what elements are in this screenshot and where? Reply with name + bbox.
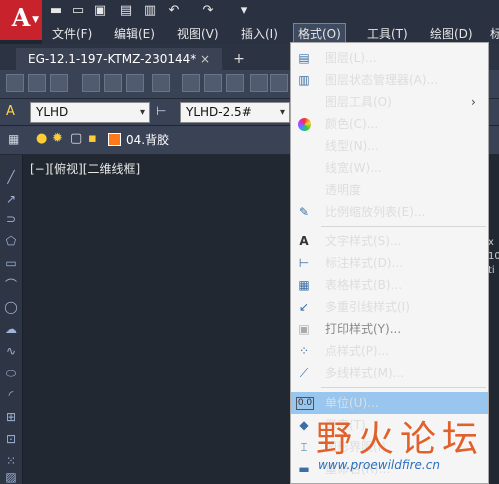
text-style-icon: A [299, 234, 309, 248]
menu-item-table-style[interactable]: ▦ 表格样式(B)... [291, 274, 488, 296]
layer-icon: ▤ [298, 51, 310, 65]
menu-edit[interactable]: 编辑(E) [110, 24, 159, 44]
revision-cloud-icon[interactable]: ☁ [3, 322, 19, 336]
drawing-text-fragments: x 10 ti [488, 237, 499, 276]
menu-separator [321, 226, 486, 227]
layer-color-swatch [108, 133, 121, 146]
point-icon[interactable]: ⁙ [3, 454, 19, 468]
text-style-icon: A [6, 104, 15, 119]
print-icon[interactable]: ▥ [142, 3, 158, 19]
rename-icon: ▬ [298, 462, 310, 476]
dim-style-icon: ⊢ [156, 104, 167, 118]
polygon-icon[interactable]: ⬠ [3, 234, 19, 248]
menu-item-layer-tools[interactable]: 图层工具(O) [291, 91, 488, 113]
menu-item-dimension-style[interactable]: ⊢ 标注样式(D)... [291, 252, 488, 274]
new-icon[interactable]: ▬ [48, 3, 64, 19]
3d-dwf-icon[interactable] [152, 74, 170, 92]
document-tab[interactable]: EG-12.1-197-KTMZ-230144* [16, 48, 222, 70]
color-wheel-icon [298, 118, 311, 131]
open-icon[interactable] [28, 74, 46, 92]
mleader-style-icon: ↙ [298, 300, 310, 314]
cut-icon[interactable] [182, 74, 200, 92]
hatch-icon[interactable]: ▨ [3, 470, 19, 484]
menu-item-text-style[interactable]: A 文字样式(S)... [291, 230, 488, 252]
ellipse-icon[interactable]: ⬭ [3, 366, 19, 380]
new-icon[interactable] [6, 74, 24, 92]
limits-icon: ⌶ [300, 440, 308, 454]
current-layer-name[interactable]: 04.背胶 [126, 131, 169, 148]
menu-view[interactable]: 视图(V) [173, 24, 223, 44]
point-style-icon: ⁘ [298, 344, 310, 358]
menu-item-layer[interactable]: ▤ 图层(L)... [291, 47, 488, 69]
copy-icon[interactable] [204, 74, 222, 92]
make-block-icon[interactable]: ⊡ [3, 432, 19, 446]
watermark-logo: 野火论坛 [316, 419, 485, 460]
menu-item-mleader-style[interactable]: ↙ 多重引线样式(I) [291, 296, 488, 318]
plot-style-icon: ▣ [298, 322, 310, 336]
insert-block-icon[interactable]: ⊞ [3, 410, 19, 424]
menu-item-lineweight[interactable]: 线宽(W)... [291, 157, 488, 179]
menu-item-layer-state-manager[interactable]: ▥ 图层状态管理器(A)... [291, 69, 488, 91]
polyline-icon[interactable]: ⊃ [3, 212, 19, 226]
menu-draw[interactable]: 绘图(D) [426, 24, 477, 44]
units-icon: 0.0 [296, 397, 314, 410]
block-editor-icon[interactable] [270, 74, 288, 92]
menu-item-transparency[interactable]: 透明度 [291, 179, 488, 201]
publish-icon[interactable] [126, 74, 144, 92]
text-style-combo[interactable]: YLHD ▾ [30, 102, 150, 123]
paste-icon[interactable] [226, 74, 244, 92]
rectangle-icon[interactable]: ▭ [3, 256, 19, 270]
menu-item-multiline-style[interactable]: ⟋ 多线样式(M)... [291, 362, 488, 384]
print-icon[interactable] [82, 74, 100, 92]
menu-item-color[interactable]: 颜色(C)... [291, 113, 488, 135]
menu-dimension[interactable]: 标 [486, 24, 499, 44]
menu-item-point-style[interactable]: ⁘ 点样式(P)... [291, 340, 488, 362]
thickness-icon: ◆ [299, 418, 309, 432]
circle-icon[interactable]: ◯ [3, 300, 19, 314]
close-icon[interactable]: × [200, 48, 214, 70]
viewport-freeze-icon[interactable]: ▢ [70, 131, 82, 146]
arc-icon[interactable]: ⌒ [3, 278, 19, 292]
menu-separator [321, 387, 486, 388]
match-properties-icon[interactable] [250, 74, 268, 92]
menu-tools[interactable]: 工具(T) [363, 24, 412, 44]
submenu-arrow-icon: › [471, 95, 476, 109]
redo-icon[interactable]: ↷ [200, 3, 216, 19]
viewport-controls-label[interactable]: [−][俯视][二维线框] [30, 160, 140, 177]
lock-icon[interactable]: ▪ [88, 131, 97, 146]
lightbulb-icon[interactable]: ● [36, 131, 47, 146]
layer-state-icon: ▥ [298, 73, 310, 87]
mline-style-icon: ⟋ [299, 366, 309, 380]
menu-insert[interactable]: 插入(I) [237, 24, 282, 44]
menu-format[interactable]: 格式(O) [293, 23, 346, 45]
line-icon[interactable]: ╱ [3, 170, 19, 184]
construction-line-icon[interactable]: ↗ [3, 192, 19, 206]
menu-item-plot-style[interactable]: ▣ 打印样式(Y)... [291, 318, 488, 340]
sun-icon[interactable]: ✹ [52, 131, 63, 146]
customize-icon[interactable]: ▾ [236, 3, 252, 19]
plot-preview-icon[interactable] [104, 74, 122, 92]
dim-style-combo[interactable]: YLHD-2.5# ▾ [180, 102, 290, 123]
scale-list-icon: ✎ [298, 205, 310, 219]
save-icon[interactable] [50, 74, 68, 92]
dim-style-icon: ⊢ [298, 256, 310, 270]
watermark-url: www.proewildfire.cn [318, 458, 440, 472]
layer-manager-icon[interactable]: ▦ [8, 132, 24, 148]
undo-icon[interactable]: ↶ [166, 3, 182, 19]
ellipse-arc-icon[interactable]: ◜ [3, 388, 19, 402]
spline-icon[interactable]: ∿ [3, 344, 19, 358]
table-style-icon: ▦ [298, 278, 310, 292]
saveas-icon[interactable]: ▤ [118, 3, 134, 19]
menu-file[interactable]: 文件(F) [48, 24, 96, 44]
menu-item-linetype[interactable]: 线型(N)... [291, 135, 488, 157]
open-icon[interactable]: ▭ [70, 3, 86, 19]
menu-item-scale-list[interactable]: ✎ 比例缩放列表(E)... [291, 201, 488, 223]
new-tab-button[interactable]: + [230, 50, 248, 68]
application-menu-button[interactable]: A ▼ [0, 0, 42, 40]
save-icon[interactable]: ▣ [92, 3, 108, 19]
